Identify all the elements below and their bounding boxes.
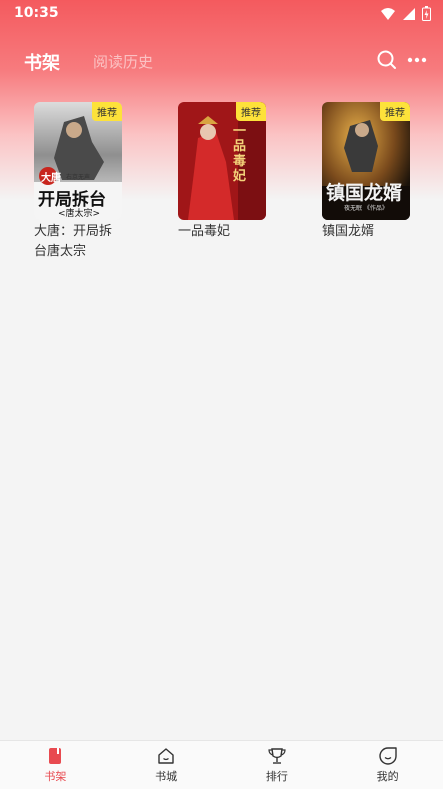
cover-author: 夜无眠 《作品》 [344, 205, 388, 212]
recommend-badge: 推荐 [236, 102, 266, 121]
book-cover[interactable]: 镇国龙婿 夜无眠 《作品》 推荐 [322, 102, 410, 220]
book-title: 一品毒妃 [178, 224, 231, 239]
nav-label: 我的 [376, 770, 399, 783]
nav-label: 书城 [155, 770, 178, 783]
book-icon [49, 748, 62, 764]
book-cover[interactable]: 一品毒妃 推荐 [178, 102, 266, 220]
store-icon [158, 748, 174, 764]
nav-ranking[interactable]: 排行 [222, 741, 333, 789]
tab-bookshelf[interactable]: 书架 [24, 49, 60, 75]
wifi-icon [381, 7, 395, 20]
cover-author: 右京无声 [66, 174, 91, 181]
more-icon[interactable] [405, 48, 429, 72]
book-cover[interactable]: 大唐 右京无声 开局拆台 <唐太宗> 推荐 [34, 102, 122, 220]
recommend-badge: 推荐 [92, 102, 122, 121]
book-item[interactable]: 镇国龙婿 夜无眠 《作品》 推荐 镇国龙婿 [322, 102, 412, 242]
book-item[interactable]: 大唐 右京无声 开局拆台 <唐太宗> 推荐 大唐：开局拆台唐太宗 [34, 102, 124, 262]
nav-bookshelf[interactable]: 书架 [0, 741, 111, 789]
book-title: 大唐：开局拆台唐太宗 [34, 224, 113, 259]
status-time: 10:35 [14, 5, 59, 21]
tab-reading-history[interactable]: 阅读历史 [93, 51, 153, 72]
top-nav: 书架 阅读历史 [0, 42, 443, 78]
nav-bookstore[interactable]: 书城 [111, 741, 222, 789]
cover-text: <唐太宗> [58, 209, 101, 219]
book-title: 镇国龙婿 [322, 224, 375, 239]
nav-label: 书架 [44, 770, 67, 783]
trophy-icon [268, 748, 286, 764]
cover-text: 大唐 [41, 173, 61, 184]
battery-icon [422, 6, 431, 21]
cover-text: 一品毒妃 [233, 124, 247, 184]
signal-icon [403, 7, 415, 20]
cover-text: 镇国龙婿 [326, 182, 403, 204]
book-item[interactable]: 一品毒妃 推荐 一品毒妃 [178, 102, 268, 242]
status-icons [380, 6, 431, 21]
status-bar: 10:35 [0, 0, 443, 28]
recommend-badge: 推荐 [380, 102, 410, 121]
search-icon[interactable] [375, 48, 399, 72]
nav-label: 排行 [265, 770, 288, 783]
nav-profile[interactable]: 我的 [332, 741, 443, 789]
profile-icon [378, 747, 397, 765]
bottom-nav: 书架 书城 排行 我的 [0, 740, 443, 789]
